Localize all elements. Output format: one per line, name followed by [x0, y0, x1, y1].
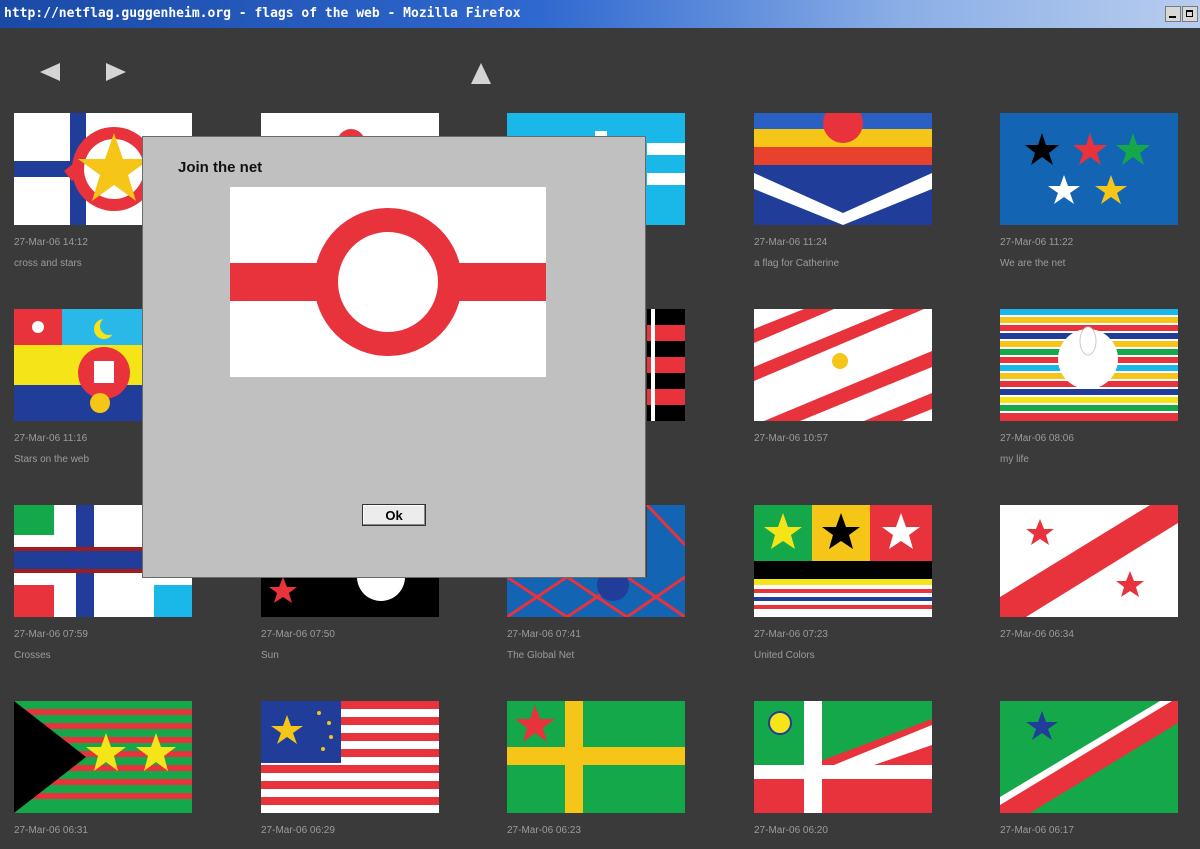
flag-date: 27-Mar-06 08:06 [1000, 433, 1074, 444]
flag-image [754, 505, 932, 617]
flag-label[interactable]: We are the net [1000, 258, 1065, 269]
flag-image [14, 701, 192, 813]
triangle-up-icon [471, 63, 491, 84]
flag-date: 27-Mar-06 06:20 [754, 825, 828, 836]
flag-date: 27-Mar-06 06:29 [261, 825, 335, 836]
flag-preview-image [230, 187, 546, 377]
window-controls [1165, 6, 1198, 22]
flag-tile[interactable]: 27-Mar-06 06:20 [754, 701, 932, 836]
flag-label[interactable]: Crosses [14, 650, 51, 661]
previous-page-button[interactable] [38, 60, 62, 84]
flag-date: 27-Mar-06 06:23 [507, 825, 581, 836]
flag-date: 27-Mar-06 07:50 [261, 629, 335, 640]
flag-date: 27-Mar-06 06:34 [1000, 629, 1074, 640]
up-button[interactable] [468, 60, 494, 86]
flag-label[interactable]: United Colors [754, 650, 815, 661]
flag-tile[interactable]: 27-Mar-06 08:06 my life [1000, 309, 1178, 465]
flag-date: 27-Mar-06 10:57 [754, 433, 828, 444]
flag-image [1000, 505, 1178, 617]
flag-date: 27-Mar-06 07:23 [754, 629, 828, 640]
flag-date: 27-Mar-06 06:31 [14, 825, 88, 836]
flag-image [754, 701, 932, 813]
ok-button[interactable]: Ok [362, 504, 426, 526]
flag-date: 27-Mar-06 11:22 [1000, 237, 1074, 248]
next-page-button[interactable] [104, 60, 128, 84]
flag-tile[interactable]: 27-Mar-06 06:17 [1000, 701, 1178, 836]
flag-label[interactable]: The Global Net [507, 650, 574, 661]
flag-tile[interactable]: 27-Mar-06 11:22 We are the net [1000, 113, 1178, 269]
flag-date: 27-Mar-06 07:41 [507, 629, 581, 640]
triangle-left-icon [40, 63, 60, 81]
dialog-title: Join the net [178, 159, 263, 176]
flag-image [1000, 113, 1178, 225]
flag-tile[interactable]: 27-Mar-06 06:23 [507, 701, 685, 836]
flag-tile[interactable]: 27-Mar-06 06:29 [261, 701, 439, 836]
flag-image [1000, 701, 1178, 813]
window-titlebar: http://netflag.guggenheim.org - flags of… [0, 0, 1200, 28]
flag-tile[interactable]: 27-Mar-06 06:34 [1000, 505, 1178, 640]
window-title: http://netflag.guggenheim.org - flags of… [4, 6, 521, 21]
maximize-icon[interactable] [1182, 6, 1198, 22]
flag-image [754, 113, 932, 225]
flag-tile[interactable]: 27-Mar-06 06:31 [14, 701, 192, 836]
minimize-icon[interactable] [1165, 6, 1181, 22]
flag-date: 27-Mar-06 06:17 [1000, 825, 1074, 836]
triangle-right-icon [106, 63, 126, 81]
flag-date: 27-Mar-06 07:59 [14, 629, 88, 640]
flag-label[interactable]: Sun [261, 650, 279, 661]
flag-date: 27-Mar-06 11:16 [14, 433, 88, 444]
flag-date: 27-Mar-06 11:24 [754, 237, 828, 248]
flag-label[interactable]: a flag for Catherine [754, 258, 839, 269]
flag-label[interactable]: my life [1000, 454, 1029, 465]
flag-date: 27-Mar-06 14:12 [14, 237, 88, 248]
join-the-net-dialog: Join the net Ok [142, 136, 646, 578]
flag-tile[interactable]: 27-Mar-06 11:24 a flag for Catherine [754, 113, 932, 269]
flag-tile[interactable]: 27-Mar-06 10:57 [754, 309, 932, 444]
flag-image [1000, 309, 1178, 421]
flag-label[interactable]: cross and stars [14, 258, 82, 269]
flag-label[interactable]: Stars on the web [14, 454, 89, 465]
flag-image [261, 701, 439, 813]
flag-image [754, 309, 932, 421]
flag-tile[interactable]: 27-Mar-06 07:23 United Colors [754, 505, 932, 661]
flag-image [507, 701, 685, 813]
